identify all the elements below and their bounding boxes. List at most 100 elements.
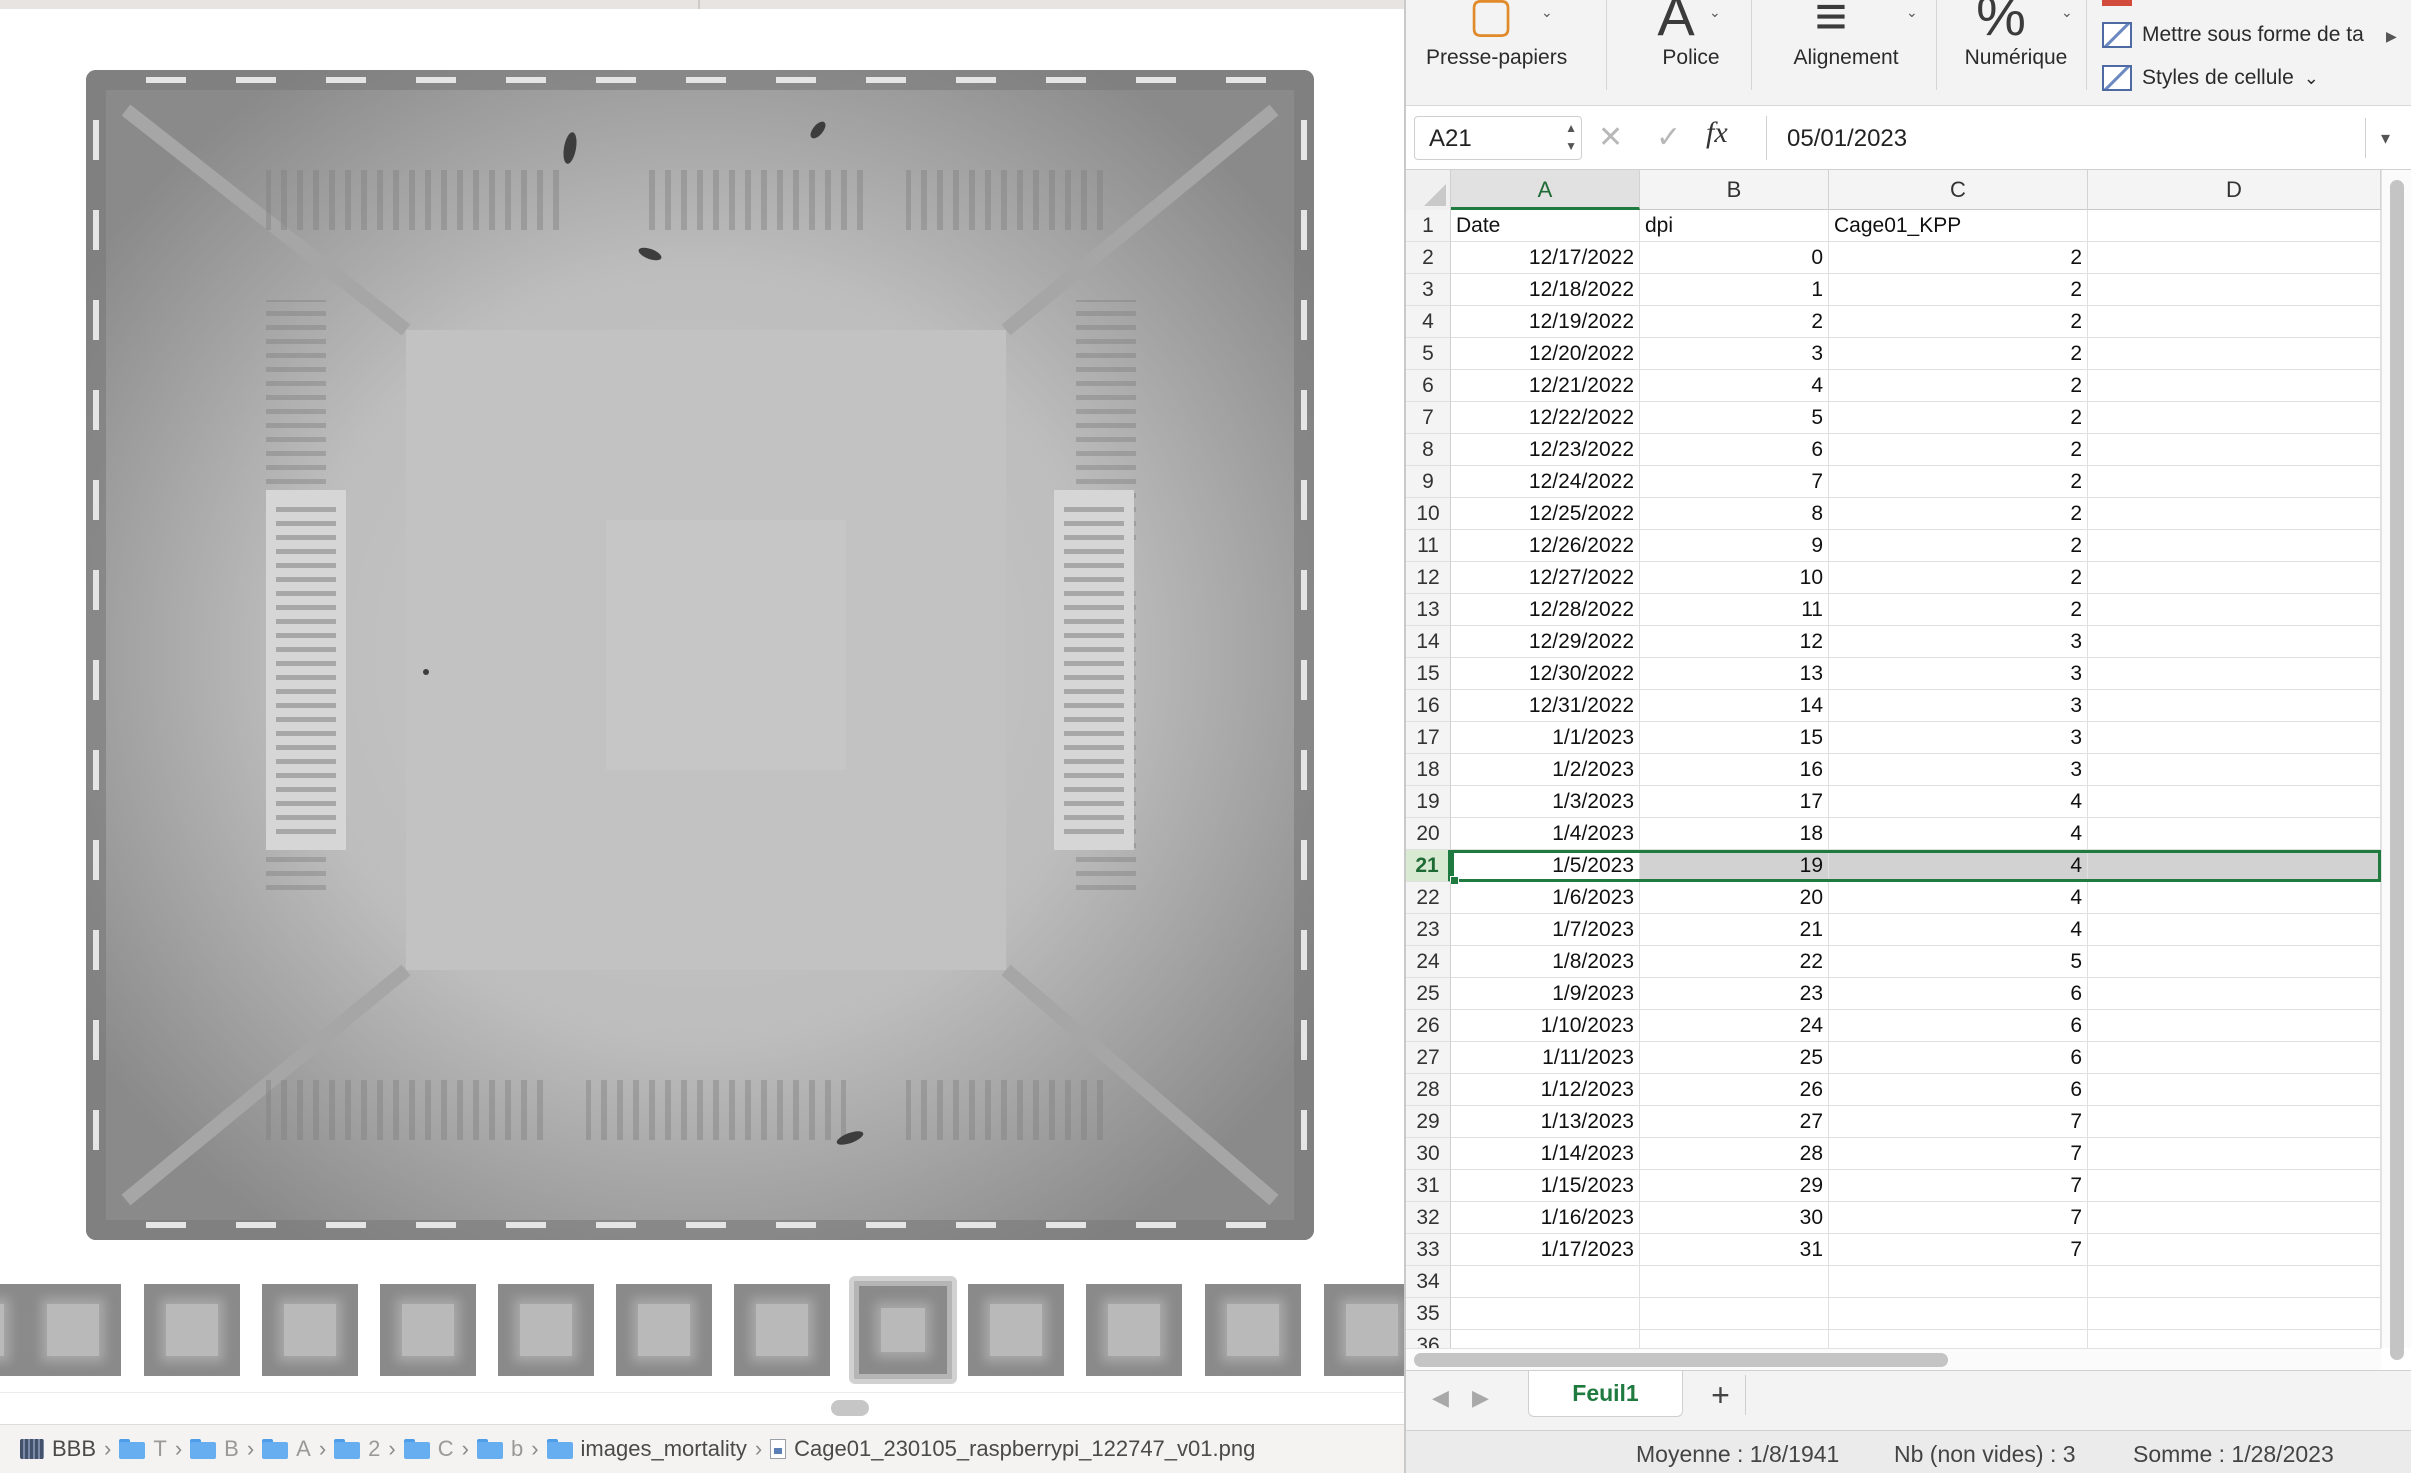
thumbnail[interactable] [498, 1284, 594, 1376]
row-header[interactable]: 10 [1406, 498, 1451, 530]
row-header[interactable]: 6 [1406, 370, 1451, 402]
cell-a[interactable]: 12/21/2022 [1451, 370, 1640, 402]
row-header[interactable]: 27 [1406, 1042, 1451, 1074]
next-sheet-icon[interactable]: ▶ [1472, 1385, 1489, 1411]
formula-expand-icon[interactable]: ▾ [2365, 118, 2405, 158]
cell-d[interactable] [2088, 498, 2381, 530]
thumbnail[interactable] [380, 1284, 476, 1376]
cell-b[interactable]: 1 [1640, 274, 1829, 306]
cell-c[interactable]: 2 [1829, 594, 2088, 626]
cell-a[interactable]: 12/25/2022 [1451, 498, 1640, 530]
row-header[interactable]: 16 [1406, 690, 1451, 722]
cell-c[interactable]: 2 [1829, 434, 2088, 466]
cell-c[interactable]: 3 [1829, 690, 2088, 722]
cell-d[interactable] [2088, 658, 2381, 690]
row-header[interactable]: 11 [1406, 530, 1451, 562]
row-header[interactable]: 13 [1406, 594, 1451, 626]
row-header[interactable]: 25 [1406, 978, 1451, 1010]
cell-d[interactable] [2088, 242, 2381, 274]
cell-b[interactable]: 30 [1640, 1202, 1829, 1234]
cell-b[interactable] [1640, 1266, 1829, 1298]
row-header[interactable]: 5 [1406, 338, 1451, 370]
main-image-preview[interactable] [86, 70, 1314, 1240]
cell-a[interactable]: 1/7/2023 [1451, 914, 1640, 946]
cell-d[interactable] [2088, 1042, 2381, 1074]
cell-c[interactable]: 7 [1829, 1138, 2088, 1170]
cell-d[interactable] [2088, 626, 2381, 658]
cell-b[interactable]: 9 [1640, 530, 1829, 562]
cell-b[interactable]: 0 [1640, 242, 1829, 274]
path-crumb[interactable]: Cage01_230105_raspberrypi_122747_v01.png [770, 1436, 1255, 1462]
cell-a[interactable]: 1/8/2023 [1451, 946, 1640, 978]
cell-a[interactable]: 12/30/2022 [1451, 658, 1640, 690]
row-header[interactable]: 22 [1406, 882, 1451, 914]
column-header-c[interactable]: C [1829, 170, 2088, 210]
horizontal-scrollbar[interactable] [1406, 1348, 2381, 1370]
row-header[interactable]: 35 [1406, 1298, 1451, 1330]
cell-b[interactable]: 22 [1640, 946, 1829, 978]
cell-c[interactable]: 3 [1829, 658, 2088, 690]
thumbnail[interactable] [262, 1284, 358, 1376]
row-header[interactable]: 7 [1406, 402, 1451, 434]
thumbnail[interactable] [616, 1284, 712, 1376]
thumbnail[interactable] [1324, 1284, 1404, 1376]
thumbnail-selected[interactable] [849, 1276, 957, 1384]
cell-d[interactable] [2088, 818, 2381, 850]
cell-b[interactable] [1640, 1330, 1829, 1348]
cell-a[interactable]: 1/1/2023 [1451, 722, 1640, 754]
cell-d[interactable] [2088, 1170, 2381, 1202]
row-header[interactable]: 33 [1406, 1234, 1451, 1266]
cell-b[interactable]: 14 [1640, 690, 1829, 722]
worksheet-grid[interactable]: ABCD 1 Date dpi Cage01_KPP 2 12/17/2022 0 2 3 12/… [1406, 170, 2381, 1348]
cell-c[interactable] [1829, 1266, 2088, 1298]
cell-a[interactable]: 1/16/2023 [1451, 1202, 1640, 1234]
cell-b[interactable]: 10 [1640, 562, 1829, 594]
cell-d[interactable] [2088, 946, 2381, 978]
cell-c[interactable]: 2 [1829, 530, 2088, 562]
cell-d[interactable] [2088, 978, 2381, 1010]
row-header[interactable]: 24 [1406, 946, 1451, 978]
cell-c[interactable]: 6 [1829, 1074, 2088, 1106]
row-header[interactable]: 15 [1406, 658, 1451, 690]
cell-d[interactable] [2088, 370, 2381, 402]
cell-a[interactable]: 1/10/2023 [1451, 1010, 1640, 1042]
cell-a[interactable]: 1/13/2023 [1451, 1106, 1640, 1138]
cell-b[interactable]: 20 [1640, 882, 1829, 914]
cell-c[interactable]: 4 [1829, 850, 2088, 882]
enter-icon[interactable]: ✓ [1656, 120, 1681, 155]
cell-b[interactable]: 8 [1640, 498, 1829, 530]
cell-c[interactable]: 2 [1829, 370, 2088, 402]
cell-c[interactable]: 2 [1829, 338, 2088, 370]
cell-a[interactable]: 1/6/2023 [1451, 882, 1640, 914]
cell-b[interactable]: 25 [1640, 1042, 1829, 1074]
thumbnail[interactable] [1086, 1284, 1182, 1376]
cell-a[interactable] [1451, 1266, 1640, 1298]
row-header[interactable]: 29 [1406, 1106, 1451, 1138]
cell-a[interactable]: 12/22/2022 [1451, 402, 1640, 434]
cell-c[interactable]: 7 [1829, 1170, 2088, 1202]
cell-d[interactable] [2088, 914, 2381, 946]
row-header[interactable]: 20 [1406, 818, 1451, 850]
row-header[interactable]: 14 [1406, 626, 1451, 658]
cell-c[interactable]: 2 [1829, 274, 2088, 306]
cell-c[interactable] [1829, 1298, 2088, 1330]
vertical-scroll-thumb[interactable] [2390, 180, 2404, 1360]
row-header[interactable]: 1 [1406, 210, 1451, 242]
cell-b[interactable]: 2 [1640, 306, 1829, 338]
cell-d[interactable] [2088, 402, 2381, 434]
cell-b[interactable]: 18 [1640, 818, 1829, 850]
row-header[interactable]: 26 [1406, 1010, 1451, 1042]
cell-a[interactable]: Date [1451, 210, 1640, 242]
path-crumb[interactable]: 2 [334, 1436, 380, 1462]
cell-a[interactable]: 1/17/2023 [1451, 1234, 1640, 1266]
cell-b[interactable]: 26 [1640, 1074, 1829, 1106]
cell-a[interactable]: 1/4/2023 [1451, 818, 1640, 850]
cell-c[interactable]: 5 [1829, 946, 2088, 978]
cell-c[interactable]: 2 [1829, 306, 2088, 338]
cell-b[interactable]: 17 [1640, 786, 1829, 818]
cell-a[interactable]: 1/12/2023 [1451, 1074, 1640, 1106]
row-header[interactable]: 17 [1406, 722, 1451, 754]
vertical-scrollbar[interactable] [2381, 170, 2411, 1360]
row-header[interactable]: 18 [1406, 754, 1451, 786]
row-header[interactable]: 28 [1406, 1074, 1451, 1106]
